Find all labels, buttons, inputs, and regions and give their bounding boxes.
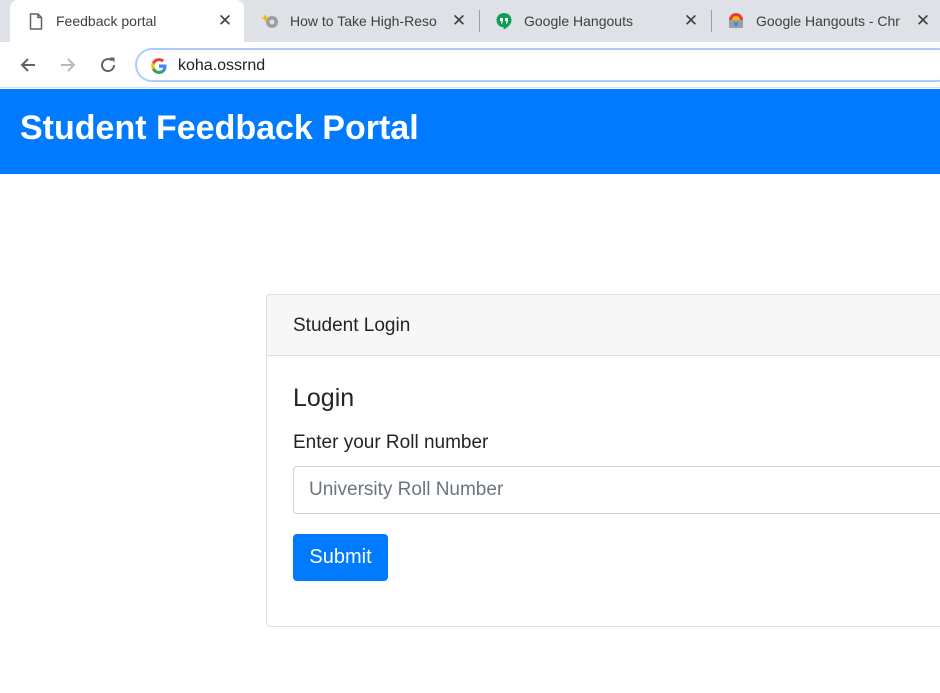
tab-feedback-portal[interactable]: Feedback portal ✕: [10, 0, 244, 42]
address-bar[interactable]: koha.ossrnd: [135, 48, 940, 82]
portal-header: Student Feedback Portal: [0, 89, 940, 174]
tab-google-hangouts[interactable]: Google Hangouts ✕: [478, 0, 710, 42]
reload-icon[interactable]: [95, 52, 121, 78]
tab-title: Google Hangouts - Chr: [756, 13, 900, 29]
card-header: Student Login: [267, 295, 940, 356]
portal-title: Student Feedback Portal: [20, 109, 419, 147]
back-icon[interactable]: [15, 52, 41, 78]
chrome-webstore-icon: [727, 12, 745, 30]
magic-icon: [261, 12, 279, 30]
hangouts-icon: [495, 12, 513, 30]
forward-icon[interactable]: [55, 52, 81, 78]
google-g-icon: [150, 57, 168, 75]
close-tab-icon[interactable]: ✕: [215, 11, 235, 31]
login-heading: Login: [293, 384, 355, 412]
tab-title: Feedback portal: [56, 13, 157, 29]
login-card: Student Login Login Enter your Roll numb…: [266, 294, 940, 627]
close-tab-icon[interactable]: ✕: [449, 11, 469, 31]
tab-title: How to Take High-Reso: [290, 13, 437, 29]
roll-number-label: Enter your Roll number: [293, 432, 489, 453]
document-icon: [27, 12, 45, 30]
tab-strip: Feedback portal ✕ How to Take High-Reso …: [0, 0, 940, 42]
tab-google-hangouts-chrome[interactable]: Google Hangouts - Chr ✕: [710, 0, 940, 42]
submit-button[interactable]: Submit: [293, 534, 388, 581]
tab-title: Google Hangouts: [524, 13, 633, 29]
card-header-text: Student Login: [293, 315, 411, 336]
tab-how-to-take[interactable]: How to Take High-Reso ✕: [244, 0, 478, 42]
roll-number-input[interactable]: [293, 466, 940, 514]
url-text: koha.ossrnd: [178, 57, 266, 74]
close-tab-icon[interactable]: ✕: [913, 11, 933, 31]
close-tab-icon[interactable]: ✕: [681, 11, 701, 31]
browser-toolbar: koha.ossrnd: [0, 42, 940, 88]
